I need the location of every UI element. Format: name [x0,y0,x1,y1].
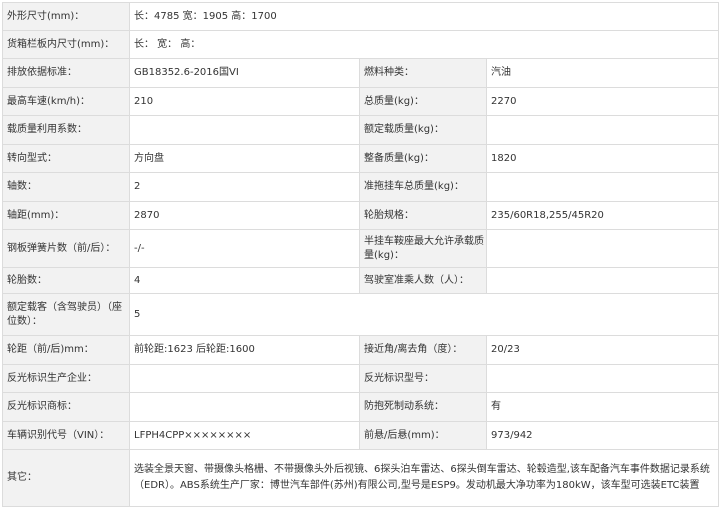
load-coefficient-value [129,115,360,145]
reflector-model-value [485,364,720,393]
trailer-mass-value [485,172,720,202]
saddle-load-label: 半挂车鞍座最大允许承载质量(kg)： [359,229,487,268]
total-mass-value: 2270 [485,87,720,116]
spec-row-wheelbase-tires: 轴距(mm)： 2870 轮胎规格： 235/60R18,255/45R20 [2,201,720,230]
reflector-maker-value [129,364,360,393]
approach-departure-value: 20/23 [485,335,720,365]
vin-label: 车辆识别代号（VIN）： [2,421,130,450]
emission-standard-label: 排放依据标准： [2,58,130,88]
spec-row-steering-curb: 转向型式： 方向盘 整备质量(kg)： 1820 [2,144,720,173]
curb-mass-value: 1820 [485,144,720,173]
spec-row-axles-trailer: 轴数： 2 准拖挂车总质量(kg)： [2,172,720,202]
leaf-spring-label: 钢板弹簧片数（前/后）： [2,229,130,268]
seat-capacity-value: 5 [128,293,720,336]
spec-row-speed-mass: 最高车速(km/h)： 210 总质量(kg)： 2270 [2,87,720,116]
other-label: 其它： [2,449,130,507]
rated-load-label: 额定载质量(kg)： [359,115,487,145]
spec-row-seats: 额定载客（含驾驶员）（座位数）： 5 [2,293,720,336]
axle-count-label: 轴数： [2,172,130,202]
load-coefficient-label: 载质量利用系数： [2,115,130,145]
spec-row-track-angles: 轮距（前/后)mm： 前轮距:1623 后轮距:1600 接近角/离去角（度）：… [2,335,720,365]
fuel-type-label: 燃料种类： [359,58,487,88]
reflector-model-label: 反光标识型号： [359,364,487,393]
spec-row-tires-cab: 轮胎数： 4 驾驶室准乘人数（人）： [2,267,720,294]
dimensions-value: 长：4785 宽：1905 高：1700 [128,2,720,31]
total-mass-label: 总质量(kg)： [359,87,487,116]
vehicle-spec-table: 外形尺寸(mm)： 长：4785 宽：1905 高：1700 货箱栏板内尺寸(m… [0,0,720,515]
cargo-box-label: 货箱栏板内尺寸(mm)： [2,30,130,59]
max-speed-value: 210 [129,87,360,116]
vin-value: LFPH4CPP×××××××× [129,421,360,450]
tire-count-label: 轮胎数： [2,267,130,294]
emission-standard-value: GB18352.6-2016国VI [129,58,360,88]
axle-count-value: 2 [129,172,360,202]
wheelbase-value: 2870 [129,201,360,230]
tire-count-value: 4 [129,267,360,294]
curb-mass-label: 整备质量(kg)： [359,144,487,173]
spec-row-load: 载质量利用系数： 额定载质量(kg)： [2,115,720,145]
abs-value: 有 [485,392,720,422]
seat-capacity-label: 额定载客（含驾驶员）（座位数）： [2,293,130,336]
reflector-brand-value [129,392,360,422]
spec-row-reflector-brand-abs: 反光标识商标： 防抱死制动系统： 有 [2,392,720,422]
dimensions-label: 外形尺寸(mm)： [2,2,130,31]
spec-row-reflector-maker: 反光标识生产企业： 反光标识型号： [2,364,720,393]
spec-row-other: 其它： 选装全景天窗、带摄像头格栅、不带摄像头外后视镜、6探头泊车雷达、6探头倒… [2,449,720,507]
spec-row-emission-fuel: 排放依据标准： GB18352.6-2016国VI 燃料种类： 汽油 [2,58,720,88]
max-speed-label: 最高车速(km/h)： [2,87,130,116]
spec-row-dimensions: 外形尺寸(mm)： 长：4785 宽：1905 高：1700 [2,2,720,31]
cargo-box-value: 长： 宽： 高： [128,30,720,59]
tire-spec-value: 235/60R18,255/45R20 [485,201,720,230]
spec-row-vin-overhang: 车辆识别代号（VIN）： LFPH4CPP×××××××× 前悬/后悬(mm)：… [2,421,720,450]
saddle-load-value [485,229,720,268]
overhang-value: 973/942 [485,421,720,450]
leaf-spring-value: -/- [129,229,360,268]
trailer-mass-label: 准拖挂车总质量(kg)： [359,172,487,202]
fuel-type-value: 汽油 [485,58,720,88]
other-value: 选装全景天窗、带摄像头格栅、不带摄像头外后视镜、6探头泊车雷达、6探头倒车雷达、… [128,449,720,507]
steering-label: 转向型式： [2,144,130,173]
approach-departure-label: 接近角/离去角（度）： [359,335,487,365]
cab-occupancy-label: 驾驶室准乘人数（人）： [359,267,487,294]
steering-value: 方向盘 [129,144,360,173]
reflector-brand-label: 反光标识商标： [2,392,130,422]
wheelbase-label: 轴距(mm)： [2,201,130,230]
spec-row-cargo-box: 货箱栏板内尺寸(mm)： 长： 宽： 高： [2,30,720,59]
overhang-label: 前悬/后悬(mm)： [359,421,487,450]
track-width-label: 轮距（前/后)mm： [2,335,130,365]
spec-row-springs-saddle: 钢板弹簧片数（前/后）： -/- 半挂车鞍座最大允许承载质量(kg)： [2,229,720,268]
track-width-value: 前轮距:1623 后轮距:1600 [129,335,360,365]
tire-spec-label: 轮胎规格： [359,201,487,230]
reflector-maker-label: 反光标识生产企业： [2,364,130,393]
rated-load-value [485,115,720,145]
abs-label: 防抱死制动系统： [359,392,487,422]
cab-occupancy-value [485,267,720,294]
